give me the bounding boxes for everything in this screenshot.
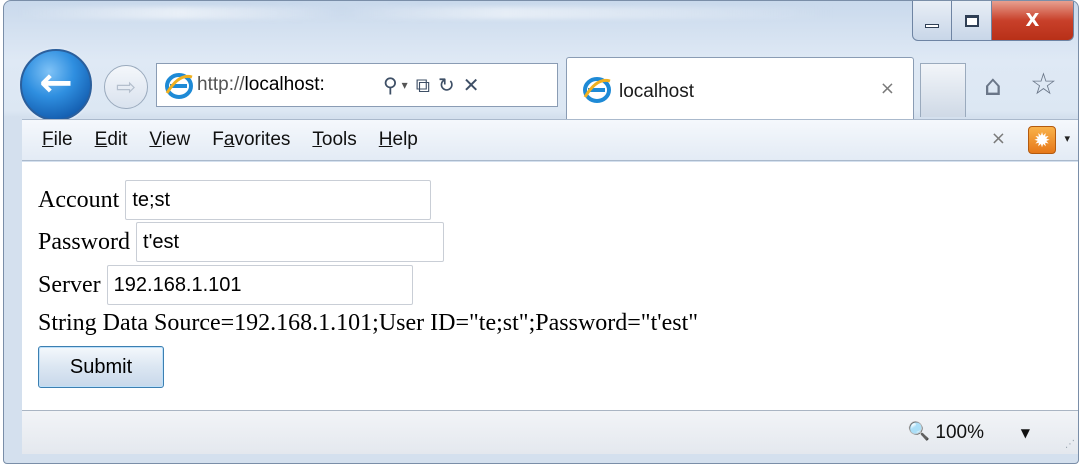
gear-dropdown-icon[interactable]: ▾ (1064, 132, 1070, 145)
account-label: Account (38, 186, 120, 213)
home-icon[interactable]: ⌂ (984, 69, 1002, 102)
browser-window: X ← ⇨ http://localhost: ⚲ ▾ ⧉ ↻ ✕ localh… (3, 0, 1079, 464)
connection-string-text: String Data Source=192.168.1.101;User ID… (38, 310, 699, 336)
back-button[interactable]: ← (20, 49, 92, 121)
menu-view[interactable]: View (149, 129, 190, 151)
menu-file[interactable]: File (42, 129, 73, 151)
submit-button[interactable]: Submit (38, 346, 164, 388)
account-input[interactable] (125, 180, 432, 220)
maximize-icon (964, 14, 979, 27)
menu-edit[interactable]: Edit (95, 129, 128, 151)
tab-ie-logo-icon (583, 75, 611, 103)
window-controls: X (912, 1, 1074, 41)
address-dropdown-icon[interactable]: ▾ (402, 78, 408, 92)
zoom-icon[interactable]: 🔍 (908, 421, 930, 442)
url-scheme: http:// (197, 74, 245, 95)
close-window-button[interactable]: X (992, 1, 1074, 41)
tab-localhost[interactable]: localhost × (566, 57, 914, 119)
gear-icon[interactable]: ✹ (1028, 126, 1056, 154)
menu-help[interactable]: Help (379, 129, 418, 151)
forward-arrow-icon: ⇨ (115, 73, 137, 101)
page-content: Account Password Server String Data Sour… (22, 162, 1078, 410)
new-tab-button[interactable] (920, 63, 966, 117)
menu-tools[interactable]: Tools (312, 129, 356, 151)
tab-title: localhost (619, 80, 694, 102)
menu-favorites[interactable]: Favorites (212, 129, 290, 151)
url-text[interactable]: http://localhost: (197, 74, 375, 96)
url-host: localhost: (244, 74, 325, 95)
resize-grip-icon[interactable]: ⋰ (1065, 439, 1075, 450)
server-label: Server (38, 271, 101, 298)
menu-bar: File Edit View Favorites Tools Help × ✹ … (22, 119, 1078, 161)
password-row: Password (38, 222, 445, 262)
server-row: Server (38, 265, 413, 305)
ie-logo-icon (165, 71, 193, 99)
account-row: Account (38, 180, 432, 220)
close-icon: X (1025, 10, 1040, 31)
password-input[interactable] (136, 222, 445, 262)
compatibility-view-icon[interactable]: ⧉ (416, 73, 430, 97)
refresh-icon[interactable]: ↻ (438, 73, 455, 97)
status-bar: 🔍 100% ▼ ⋰ (22, 410, 1078, 454)
tab-close-icon[interactable]: × (880, 78, 895, 99)
address-bar[interactable]: http://localhost: ⚲ ▾ ⧉ ↻ ✕ (156, 63, 558, 107)
stop-icon[interactable]: ✕ (463, 73, 480, 97)
back-arrow-icon: ← (39, 60, 73, 106)
favorites-star-icon[interactable]: ☆ (1030, 67, 1057, 102)
password-label: Password (38, 228, 131, 255)
zoom-level[interactable]: 100% (935, 422, 984, 444)
menu-bar-close-icon[interactable]: × (991, 128, 1006, 149)
minimize-button[interactable] (912, 1, 952, 41)
search-icon[interactable]: ⚲ (383, 73, 398, 97)
server-input[interactable] (106, 265, 413, 305)
forward-button[interactable]: ⇨ (104, 65, 148, 109)
zoom-dropdown-icon[interactable]: ▼ (1021, 426, 1030, 440)
title-bar (14, 7, 834, 19)
maximize-button[interactable] (952, 1, 992, 41)
minimize-icon (925, 23, 939, 28)
